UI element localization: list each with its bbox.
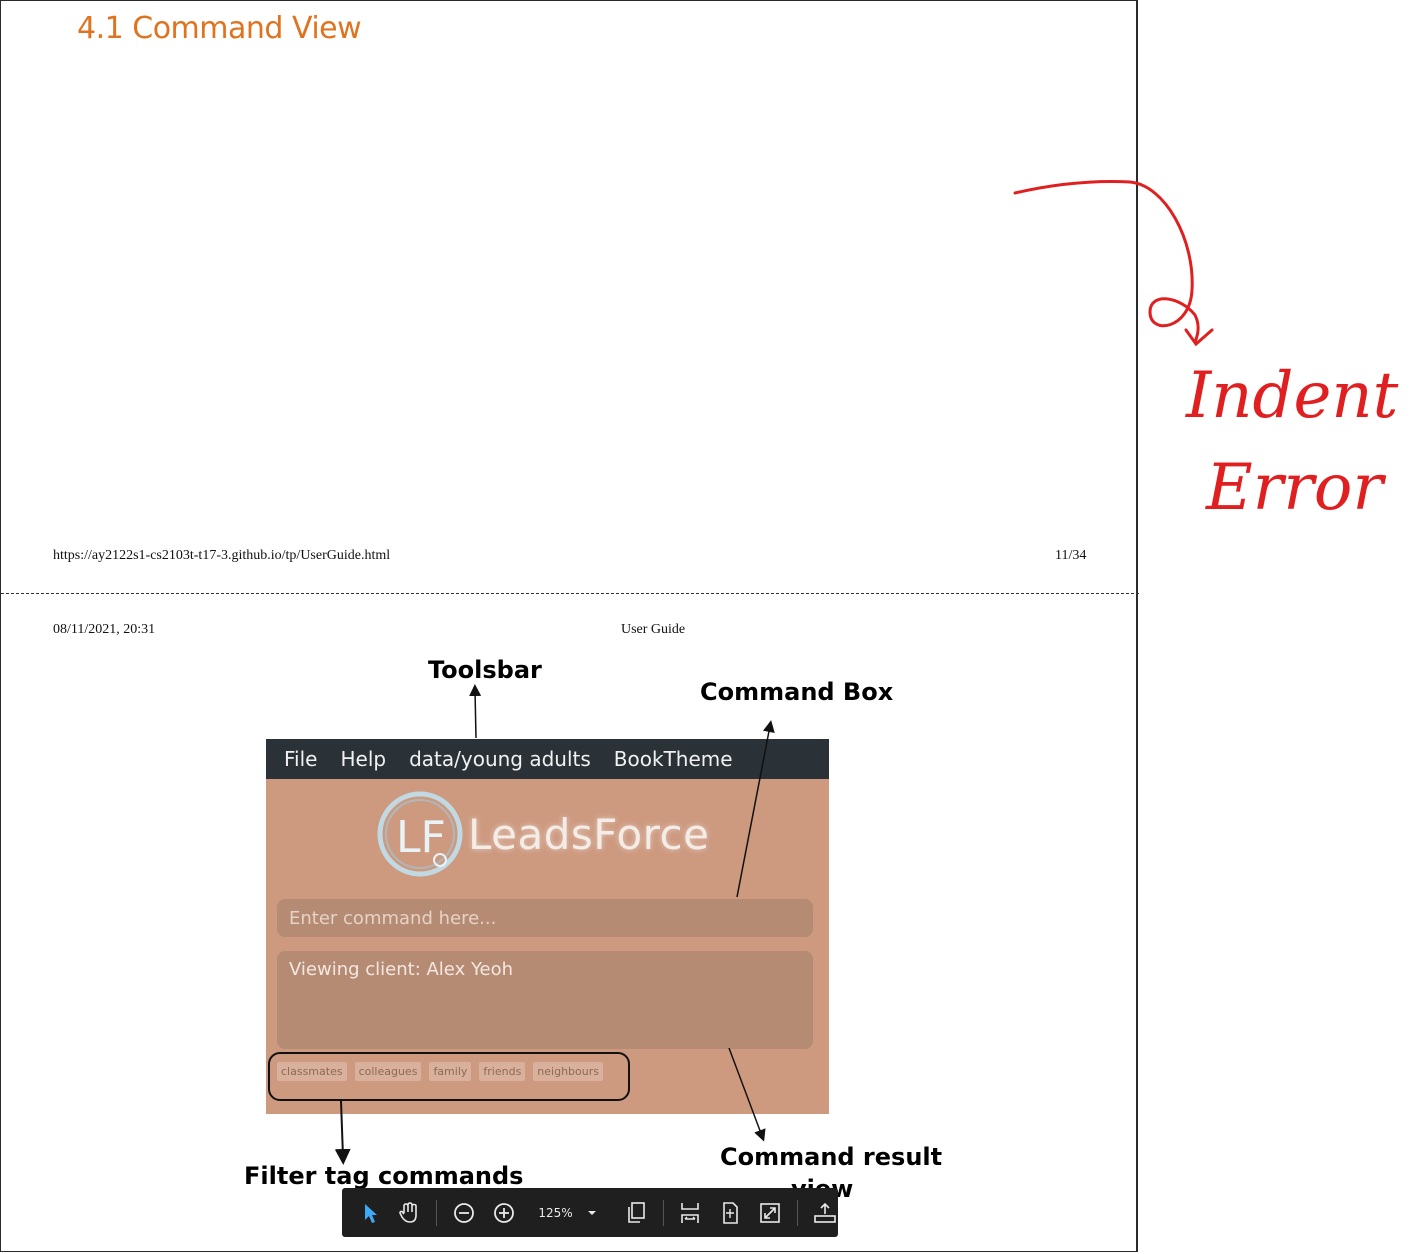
footer-page-number: 11/34 [1055,548,1087,563]
menu-book-theme[interactable]: BookTheme [614,747,733,771]
fit-page-icon[interactable] [717,1200,743,1226]
menu-data-file[interactable]: data/young adults [409,747,591,771]
zoom-in-icon[interactable] [491,1200,517,1226]
handwritten-note: Indent Error [1186,350,1398,534]
menu-bar: File Help data/young adults BookTheme [266,739,829,779]
pdf-viewer-toolbar: 125% [342,1188,838,1237]
fullscreen-icon[interactable] [757,1200,783,1226]
command-box-annotation: Command Box [700,678,894,706]
brand-name: LeadsForce [468,809,710,859]
command-result-box: Viewing client: Alex Yeoh [277,951,813,1049]
command-input[interactable] [277,899,813,937]
chevron-down-icon [587,1210,596,1215]
leadsforce-logo: LF [377,791,463,877]
header-date: 08/11/2021, 20:31 [53,622,156,637]
page-break-divider [1,593,1139,594]
menu-file[interactable]: File [284,747,317,771]
toolbar-divider [797,1199,799,1226]
zoom-dropdown[interactable]: 125% [538,1206,596,1220]
copy-pages-icon[interactable] [623,1200,649,1226]
filter-tags-outline [268,1052,630,1101]
toolbar-divider [435,1199,437,1226]
upload-icon[interactable] [812,1200,838,1226]
footer-url: https://ay2122s1-cs2103t-t17-3.github.io… [53,548,391,563]
command-result-annotation: Command result [720,1143,943,1171]
pointer-icon[interactable] [358,1200,384,1226]
brand: LF LeadsForce [376,789,709,879]
fit-width-icon[interactable] [677,1200,703,1226]
menu-help[interactable]: Help [340,747,386,771]
toolsbar-annotation: Toolsbar [428,656,542,684]
zoom-out-icon[interactable] [451,1200,477,1226]
handwritten-note-line2: Error [1206,451,1384,525]
logo-letters: LF [396,812,446,863]
pdf-page: 4.1 Command View https://ay2122s1-cs2103… [0,0,1139,1252]
header-title: User Guide [621,622,686,637]
handwritten-note-line1: Indent [1186,359,1399,433]
handwritten-arrowhead [1184,328,1214,347]
zoom-level: 125% [538,1205,573,1220]
section-title: 4.1 Command View [77,11,362,46]
hand-icon[interactable] [396,1200,422,1226]
filter-tags-annotation: Filter tag commands [244,1162,524,1190]
toolbar-divider [662,1199,664,1226]
